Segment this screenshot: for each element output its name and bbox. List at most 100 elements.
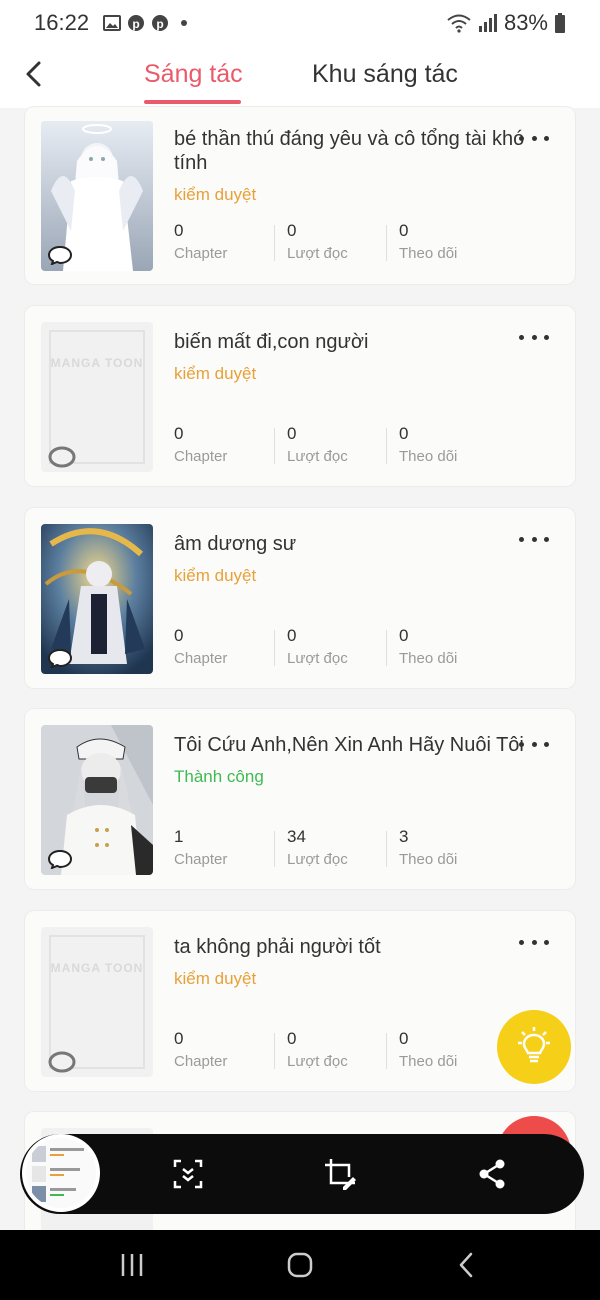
work-status: kiểm duyệt (174, 566, 257, 585)
more-options-button[interactable] (519, 737, 549, 751)
recents-button[interactable] (112, 1250, 152, 1280)
work-status: kiểm duyệt (174, 364, 257, 383)
tab-sang-tac[interactable]: Sáng tác (144, 60, 243, 89)
share-button[interactable] (474, 1156, 510, 1192)
divider (386, 225, 387, 261)
status-bar: 16:22 p p 83% (0, 0, 600, 46)
placeholder-frame (49, 330, 145, 464)
back-icon (459, 1252, 473, 1278)
work-card[interactable]: Tôi Cứu Anh,Nên Xin Anh Hãy Nuôi Tôi Thà… (24, 708, 576, 890)
tab-khu-sang-tac[interactable]: Khu sáng tác (312, 60, 458, 89)
cover-image[interactable] (41, 121, 153, 271)
stat-reads: 0 Lượt đọc (287, 221, 399, 265)
home-button[interactable] (280, 1250, 320, 1280)
divider (386, 831, 387, 867)
reads-label: Lượt đọc (287, 650, 348, 667)
follows-label: Theo dõi (399, 851, 458, 868)
status-right: 83% (446, 10, 566, 36)
chapters-label: Chapter (174, 851, 228, 868)
divider (386, 428, 387, 464)
work-status: kiểm duyệt (174, 185, 257, 204)
stat-follows: 3 Theo dõi (399, 827, 511, 871)
reads-label: Lượt đọc (287, 851, 348, 868)
work-card[interactable]: MANGA TOON biến mất đi,con người kiểm du… (24, 305, 576, 487)
work-title[interactable]: âm dương sư (174, 532, 530, 556)
more-options-button[interactable] (519, 935, 549, 949)
work-stats: 0 Chapter 0 Lượt đọc 0 Theo dõi (174, 626, 534, 670)
system-nav-bar (0, 1230, 600, 1300)
work-title[interactable]: bé thần thú đáng yêu và cô tổng tài khó … (174, 127, 530, 175)
back-button[interactable] (18, 58, 50, 90)
dot-icon (175, 14, 193, 32)
active-tab-indicator (144, 100, 241, 104)
comment-badge-icon (47, 648, 73, 669)
divider (274, 1033, 275, 1069)
work-card[interactable]: MANGA TOON ta không phải người tốt kiểm … (24, 910, 576, 1092)
cover-image[interactable] (41, 524, 153, 674)
crop-edit-button[interactable] (322, 1156, 358, 1192)
reads-value: 0 (287, 1029, 297, 1048)
svg-text:p: p (132, 17, 139, 31)
crop-edit-icon (325, 1159, 356, 1190)
follows-label: Theo dõi (399, 245, 458, 262)
comment-badge-icon (47, 849, 73, 870)
chapters-value: 0 (174, 1029, 184, 1048)
stat-reads: 0 Lượt đọc (287, 626, 399, 670)
nav-back-button[interactable] (446, 1250, 486, 1280)
screenshot-toolbar (20, 1134, 584, 1214)
chapters-label: Chapter (174, 1053, 228, 1070)
work-title[interactable]: biến mất đi,con người (174, 330, 530, 354)
follows-label: Theo dõi (399, 1053, 458, 1070)
work-stats: 1 Chapter 34 Lượt đọc 3 Theo dõi (174, 827, 534, 871)
divider (274, 225, 275, 261)
signal-icon (478, 14, 498, 32)
follows-value: 0 (399, 1029, 409, 1048)
placeholder-frame (49, 935, 145, 1069)
placeholder-logo-text: MANGA TOON (50, 356, 144, 370)
svg-text:p: p (156, 17, 163, 31)
chapters-label: Chapter (174, 448, 228, 465)
work-card[interactable]: bé thần thú đáng yêu và cô tổng tài khó … (24, 106, 576, 285)
follows-value: 3 (399, 827, 409, 846)
follows-value: 0 (399, 424, 409, 443)
chapters-value: 0 (174, 626, 184, 645)
lightbulb-icon (518, 1027, 550, 1063)
chapters-value: 1 (174, 827, 184, 846)
comment-badge-icon (47, 245, 73, 266)
recents-icon (121, 1254, 143, 1276)
stat-chapters: 0 Chapter (174, 626, 286, 670)
cover-image[interactable]: MANGA TOON (41, 322, 153, 472)
work-card[interactable]: âm dương sư kiểm duyệt 0 Chapter 0 Lượt đọ… (24, 507, 576, 689)
more-options-button[interactable] (519, 330, 549, 344)
scroll-capture-button[interactable] (170, 1156, 206, 1192)
comment-badge-icon (47, 446, 76, 468)
idea-fab-button[interactable] (497, 1010, 571, 1084)
cover-image[interactable] (41, 725, 153, 875)
screenshot-thumbnail[interactable] (22, 1134, 100, 1212)
app-screen: 16:22 p p 83% Sáng tác Khu sáng tác bé t… (0, 0, 600, 1300)
app-header: Sáng tác Khu sáng tác (0, 46, 600, 108)
stat-follows: 0 Theo dõi (399, 424, 511, 468)
divider (274, 428, 275, 464)
chapters-label: Chapter (174, 650, 228, 667)
stat-follows: 0 Theo dõi (399, 626, 511, 670)
cover-image[interactable]: MANGA TOON (41, 927, 153, 1077)
stat-reads: 0 Lượt đọc (287, 1029, 399, 1073)
stat-chapters: 0 Chapter (174, 424, 286, 468)
divider (274, 831, 275, 867)
stat-chapters: 0 Chapter (174, 221, 286, 265)
work-title[interactable]: ta không phải người tốt (174, 935, 530, 959)
follows-label: Theo dõi (399, 448, 458, 465)
work-status: Thành công (174, 767, 264, 786)
divider (386, 1033, 387, 1069)
stat-follows: 0 Theo dõi (399, 221, 511, 265)
more-options-button[interactable] (519, 532, 549, 546)
follows-value: 0 (399, 626, 409, 645)
work-title[interactable]: Tôi Cứu Anh,Nên Xin Anh Hãy Nuôi Tôi (174, 733, 530, 757)
reads-value: 34 (287, 827, 306, 846)
image-icon (103, 14, 122, 32)
share-icon (479, 1159, 505, 1189)
more-options-button[interactable] (519, 131, 549, 145)
pinterest-icon: p (151, 14, 169, 32)
divider (274, 630, 275, 666)
